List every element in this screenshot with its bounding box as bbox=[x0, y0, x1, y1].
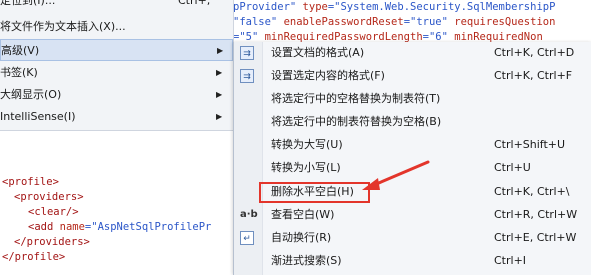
menu-item-shortcut: Ctrl+R, Ctrl+W bbox=[494, 208, 578, 221]
menu-item-format-selection[interactable]: ⇉ 设置选定内容的格式(F) Ctrl+K, Ctrl+F bbox=[234, 65, 591, 87]
annotation-highlight-box bbox=[259, 182, 370, 203]
code-line: </providers> bbox=[14, 236, 90, 248]
code-token: ="true" bbox=[403, 16, 455, 28]
menu-item-label: 设置选定内容的格式(F) bbox=[271, 69, 385, 82]
menu-item-shortcut: Ctrl+K, Ctrl+F bbox=[494, 69, 573, 82]
code-editor-top[interactable]: pProvider" type="System.Web.Security.Sql… bbox=[233, 0, 591, 44]
view-whitespace-icon: a·b bbox=[240, 209, 258, 220]
code-line: </profile> bbox=[2, 251, 66, 263]
submenu-arrow-icon: ▶ bbox=[216, 112, 223, 121]
menu-item-label: 查看空白(W) bbox=[271, 208, 335, 221]
code-line: pProvider" type="System.Web.Security.Sql… bbox=[233, 1, 555, 13]
menu-item-label: IntelliSense(I) bbox=[0, 110, 76, 123]
menu-item-goto[interactable]: 定位到(I)... Ctrl+, bbox=[0, 0, 233, 12]
menu-item-word-wrap[interactable]: ↵ 自动换行(R) Ctrl+E, Ctrl+W bbox=[234, 227, 591, 249]
menu-item-shortcut: Ctrl+K, Ctrl+\ bbox=[494, 185, 570, 198]
menu-item-incremental-search[interactable]: 渐进式搜索(S) Ctrl+I bbox=[234, 250, 591, 272]
menu-item-label: 将文件作为文本插入(X)... bbox=[0, 20, 126, 33]
code-token: enablePasswordReset bbox=[283, 16, 404, 28]
code-editor-bottom[interactable]: <profile> <providers> <clear/> <add name… bbox=[0, 130, 240, 275]
code-line: <clear/> bbox=[28, 206, 79, 218]
menu-item-view-whitespace[interactable]: a·b 查看空白(W) Ctrl+R, Ctrl+W bbox=[234, 204, 591, 226]
code-line: "false" enablePasswordReset="true" requi… bbox=[233, 16, 555, 28]
menu-item-tabify-selected-lines[interactable]: 将选定行中的空格替换为制表符(T) bbox=[234, 88, 591, 110]
menu-item-make-uppercase[interactable]: 转换为大写(U) Ctrl+Shift+U bbox=[234, 134, 591, 156]
code-value: ="AspNetSqlProfilePr bbox=[84, 221, 212, 233]
menu-item-bookmarks[interactable]: 书签(K) ▶ bbox=[0, 62, 233, 84]
submenu-arrow-icon: ▶ bbox=[216, 68, 223, 77]
annotation-arrow-icon bbox=[362, 160, 430, 190]
submenu-arrow-icon: ▶ bbox=[217, 46, 224, 55]
code-token: "false" bbox=[233, 16, 284, 28]
menu-item-label: 书签(K) bbox=[0, 66, 38, 79]
code-line: <providers> bbox=[14, 191, 84, 203]
code-line: <add name="AspNetSqlProfilePr bbox=[28, 221, 211, 233]
menu-item-shortcut: Ctrl+U bbox=[494, 161, 531, 174]
format-document-icon: ⇉ bbox=[240, 46, 254, 60]
menu-item-label: 大纲显示(O) bbox=[0, 88, 62, 101]
menu-item-shortcut: Ctrl+K, Ctrl+D bbox=[494, 46, 575, 59]
menu-item-untabify-selected-lines[interactable]: 将选定行中的制表符替换为空格(B) bbox=[234, 111, 591, 133]
menu-item-label: 自动换行(R) bbox=[271, 231, 332, 244]
code-token: type bbox=[302, 1, 328, 13]
advanced-submenu: ⇉ 设置文档的格式(A) Ctrl+K, Ctrl+D ⇉ 设置选定内容的格式(… bbox=[233, 42, 591, 275]
submenu-arrow-icon: ▶ bbox=[216, 90, 223, 99]
code-tag: <add bbox=[28, 221, 54, 233]
menu-item-format-document[interactable]: ⇉ 设置文档的格式(A) Ctrl+K, Ctrl+D bbox=[234, 42, 591, 64]
menu-item-intellisense[interactable]: IntelliSense(I) ▶ bbox=[0, 106, 233, 128]
menu-item-label: 渐进式搜索(S) bbox=[271, 254, 342, 267]
menu-item-outlining[interactable]: 大纲显示(O) ▶ bbox=[0, 84, 233, 106]
menu-item-label: 高级(V) bbox=[1, 44, 40, 57]
menu-item-label: 将选定行中的空格替换为制表符(T) bbox=[271, 92, 441, 105]
menu-item-label: 将选定行中的制表符替换为空格(B) bbox=[271, 115, 442, 128]
word-wrap-icon: ↵ bbox=[240, 231, 254, 245]
menu-item-shortcut: Ctrl+E, Ctrl+W bbox=[494, 231, 577, 244]
code-token: requiresQuestion bbox=[454, 16, 556, 28]
menu-item-label: 转换为大写(U) bbox=[271, 138, 343, 151]
code-attr: name bbox=[59, 221, 85, 233]
menu-item-shortcut: Ctrl+I bbox=[494, 254, 527, 267]
format-selection-icon: ⇉ bbox=[240, 69, 254, 83]
code-token: ="System.Web.Security.SqlMembershipP bbox=[327, 1, 556, 13]
menu-item-advanced[interactable]: 高级(V) ▶ bbox=[0, 39, 233, 61]
menu-item-label: 转换为小写(L) bbox=[271, 161, 341, 174]
menu-item-insert-file-as-text[interactable]: 将文件作为文本插入(X)... bbox=[0, 16, 233, 38]
code-token: pProvider" bbox=[233, 1, 303, 13]
menu-item-label: 设置文档的格式(A) bbox=[271, 46, 365, 59]
menu-item-label: 定位到(I)... bbox=[0, 0, 56, 7]
code-line: <profile> bbox=[2, 176, 59, 188]
menu-item-shortcut: Ctrl+, bbox=[178, 0, 211, 7]
menu-item-shortcut: Ctrl+Shift+U bbox=[494, 138, 566, 151]
edit-menu: 定位到(I)... Ctrl+, 将文件作为文本插入(X)... 高级(V) ▶… bbox=[0, 0, 234, 131]
